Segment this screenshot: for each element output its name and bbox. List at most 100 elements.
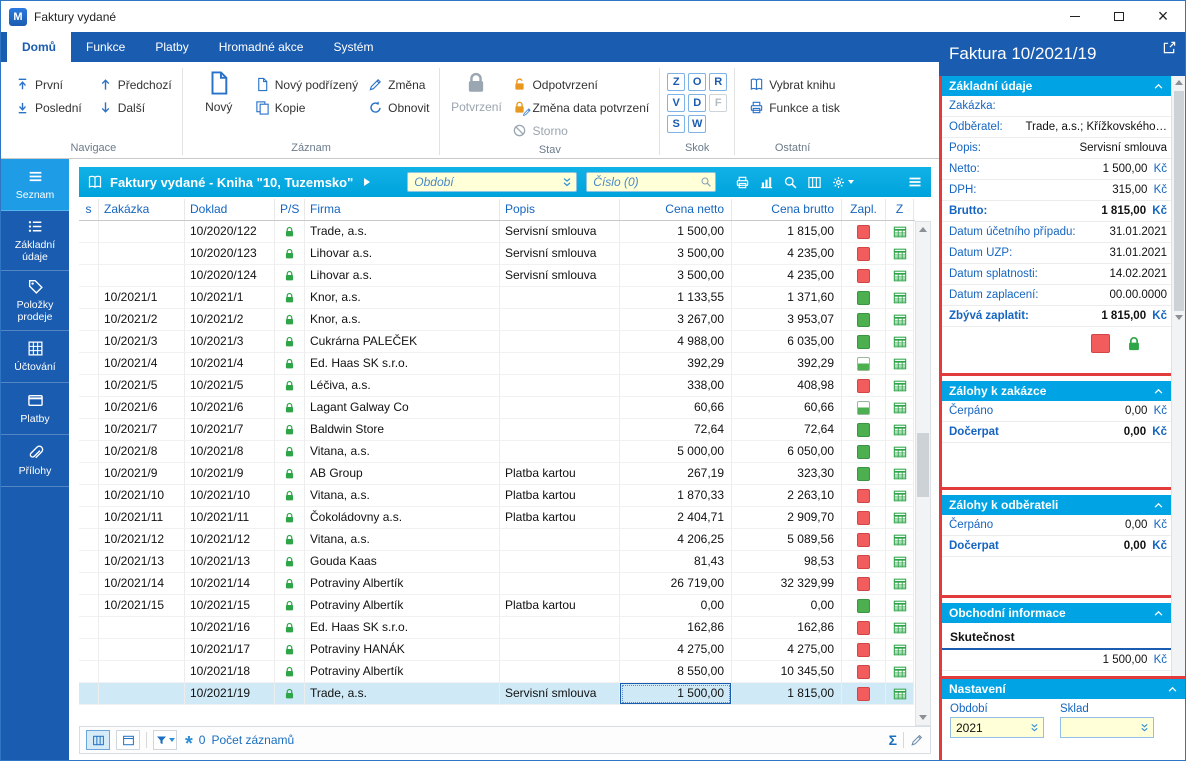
section-header-zálohy-k-odběrateli[interactable]: Zálohy k odběrateli [942,495,1171,515]
expand-arrow-icon[interactable] [364,178,371,186]
sidebar-item-platby[interactable]: Platby [1,383,69,436]
settings-gear-button[interactable] [831,175,855,190]
jump-d-button[interactable]: D [688,94,707,112]
change-confirm-date-button[interactable]: Změna data potvrzení [509,96,652,119]
section-header-základní-údaje[interactable]: Základní údaje [942,76,1171,96]
jump-o-button[interactable]: O [688,73,707,91]
jump-r-button[interactable]: R [709,73,728,91]
number-filter[interactable] [586,172,717,192]
sum-icon[interactable] [889,732,897,748]
chevron-double-icon[interactable] [561,176,573,188]
refresh-button[interactable]: Obnovit [365,96,432,119]
scroll-up-arrow[interactable] [1174,80,1183,85]
table-row[interactable]: 10/2021/9 10/2021/9 AB Group Platba kartou 2… [79,463,915,485]
table-row[interactable]: 10/2020/124 Lihovar a.s. Servisní smlouva 3… [79,265,915,287]
table-row[interactable]: 10/2021/12 10/2021/12 Vitana, a.s. 4 206,25… [79,529,915,551]
tab-domů[interactable]: Domů [7,32,71,62]
change-button[interactable]: Změna [365,73,432,96]
sidebar-item-účtování[interactable]: Účtování [1,331,69,384]
collapse-chevron-icon[interactable] [1153,386,1164,397]
tab-systém[interactable]: Systém [318,32,388,62]
tab-platby[interactable]: Platby [140,32,203,62]
jump-z-button[interactable]: Z [667,73,686,91]
column-header-s[interactable]: s [79,199,99,220]
number-filter-input[interactable] [586,172,717,192]
previous-button[interactable]: Předchozí [95,73,175,96]
table-row[interactable]: 10/2021/4 10/2021/4 Ed. Haas SK s.r.o. 392,… [79,353,915,375]
table-row[interactable]: 10/2021/17 Potraviny HANÁK 4 275,00 4 275,0… [79,639,915,661]
sidebar-item-základní-údaje[interactable]: Základní údaje [1,211,69,272]
period-filter-input[interactable] [407,172,578,192]
section-header-zálohy-k-zakázce[interactable]: Zálohy k zakázce [942,381,1171,401]
column-header-p-s[interactable]: P/S [275,199,305,220]
close-button[interactable] [1141,1,1185,32]
table-row[interactable]: 10/2021/18 Potraviny Albertík 8 550,00 10 3… [79,661,915,683]
jump-w-button[interactable]: W [688,115,707,133]
table-row[interactable]: 10/2020/123 Lihovar a.s. Servisní smlouva 3… [79,243,915,265]
table-row[interactable]: 10/2021/19 Trade, a.s. Servisní smlouva 1 5… [79,683,915,705]
view-toggle-columns-button[interactable] [86,730,110,750]
sidebar-item-seznam[interactable]: Seznam [1,159,69,211]
maximize-button[interactable] [1097,1,1141,32]
collapse-chevron-icon[interactable] [1153,81,1164,92]
sidebar-item-položky-prodeje[interactable]: Položky prodeje [1,271,69,332]
jump-s-button[interactable]: S [667,115,686,133]
scroll-down-arrow[interactable] [919,715,927,720]
copy-button[interactable]: Kopie [252,96,361,119]
chart-icon[interactable] [759,175,774,190]
column-header-cena-netto[interactable]: Cena netto [620,199,732,220]
warehouse-combobox[interactable] [1060,717,1154,738]
snowflake-icon[interactable] [185,729,193,752]
search-records-icon[interactable] [783,175,798,190]
functions-print-button[interactable]: Funkce a tisk [746,96,843,119]
table-row[interactable]: 10/2021/2 10/2021/2 Knor, a.s. 3 267,00 3 95… [79,309,915,331]
table-row[interactable]: 10/2021/14 10/2021/14 Potraviny Albertík 26… [79,573,915,595]
confirm-button[interactable]: Potvrzení [447,65,505,114]
print-icon[interactable] [735,175,750,190]
column-header-zakázka[interactable]: Zakázka [99,199,185,220]
sidebar-item-přílohy[interactable]: Přílohy [1,435,69,488]
unconfirm-button[interactable]: Odpotvrzení [509,73,652,96]
table-row[interactable]: 10/2021/5 10/2021/5 Léčiva, a.s. 338,00 408,… [79,375,915,397]
table-row[interactable]: 10/2020/122 Trade, a.s. Servisní smlouva 1 … [79,221,915,243]
chevron-double-icon[interactable] [1139,722,1150,733]
column-header-popis[interactable]: Popis [500,199,620,220]
settings-header[interactable]: Nastavení [942,679,1185,699]
table-row[interactable]: 10/2021/1 10/2021/1 Knor, a.s. 1 133,55 1 37… [79,287,915,309]
column-header-z[interactable]: Z [886,199,914,220]
table-row[interactable]: 10/2021/15 10/2021/15 Potraviny Albertík Pl… [79,595,915,617]
detail-scrollbar[interactable] [1171,76,1185,676]
column-header-zapl[interactable]: Zapl. [842,199,886,220]
collapse-chevron-icon[interactable] [1153,608,1164,619]
collapse-chevron-icon[interactable] [1153,500,1164,511]
filter-button[interactable] [153,730,177,750]
scrollbar-thumb[interactable] [1173,91,1184,311]
section-header-obchodní-informace[interactable]: Obchodní informace [942,603,1171,623]
search-icon[interactable] [700,176,712,188]
table-row[interactable]: 10/2021/13 10/2021/13 Gouda Kaas 81,43 98,53 [79,551,915,573]
scroll-up-arrow[interactable] [919,227,927,232]
jump-v-button[interactable]: V [667,94,686,112]
column-header-firma[interactable]: Firma [305,199,500,220]
tab-funkce[interactable]: Funkce [71,32,140,62]
table-row[interactable]: 10/2021/7 10/2021/7 Baldwin Store 72,64 72,6… [79,419,915,441]
table-row[interactable]: 10/2021/10 10/2021/10 Vitana, a.s. Platba k… [79,485,915,507]
storno-button[interactable]: Storno [509,119,652,142]
hamburger-menu-icon[interactable] [907,174,923,190]
select-book-button[interactable]: Vybrat knihu [746,73,843,96]
period-filter[interactable] [407,172,578,192]
first-button[interactable]: První [12,73,85,96]
scroll-down-arrow[interactable] [1174,315,1183,320]
column-header-doklad[interactable]: Doklad [185,199,275,220]
edit-pencil-icon[interactable] [910,733,924,747]
period-combobox[interactable]: 2021 [950,717,1044,738]
scrollbar-thumb[interactable] [917,433,929,497]
table-row[interactable]: 10/2021/3 10/2021/3 Cukrárna PALEČEK 4 988,… [79,331,915,353]
next-button[interactable]: Další [95,96,175,119]
table-row[interactable]: 10/2021/16 Ed. Haas SK s.r.o. 162,86 162,86 [79,617,915,639]
table-row[interactable]: 10/2021/6 10/2021/6 Lagant Galway Co 60,66 6… [79,397,915,419]
column-header-cena-brutto[interactable]: Cena brutto [732,199,842,220]
columns-icon[interactable] [807,175,822,190]
minimize-button[interactable] [1053,1,1097,32]
expand-panel-icon[interactable] [1163,41,1176,54]
